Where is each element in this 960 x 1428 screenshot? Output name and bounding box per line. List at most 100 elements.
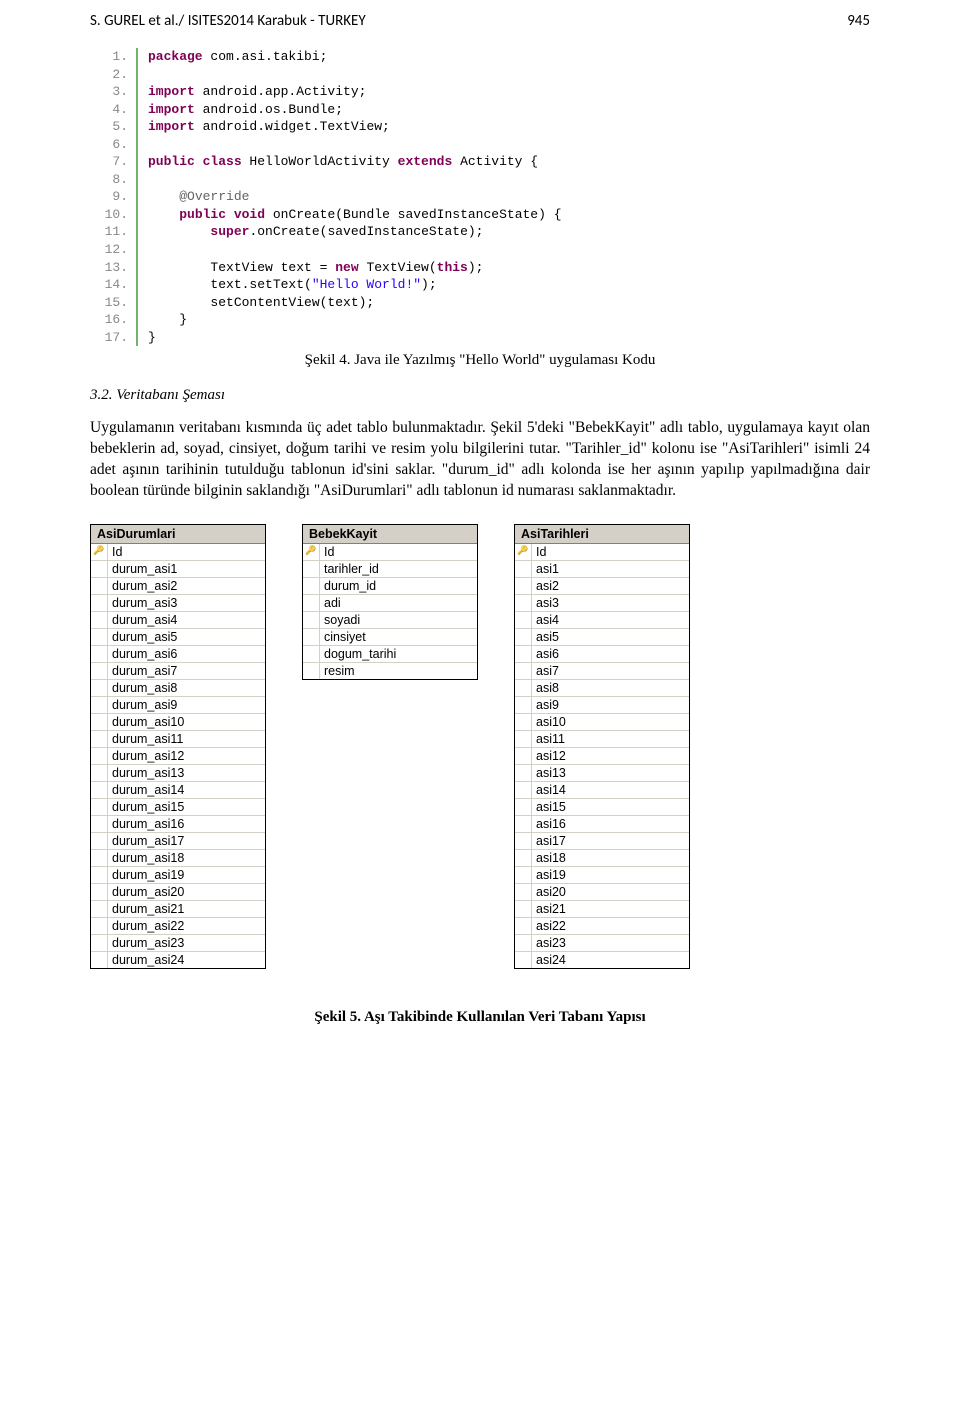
- key-cell: [91, 884, 108, 900]
- key-cell: [91, 595, 108, 611]
- key-cell: [91, 578, 108, 594]
- primary-key-icon: [91, 544, 108, 560]
- line-number: 5.: [90, 118, 136, 136]
- code-text: }: [148, 329, 156, 347]
- key-cell: [303, 561, 320, 577]
- field-name: asi10: [532, 714, 632, 730]
- table-row: durum_asi2: [91, 578, 265, 595]
- table-row: asi13: [515, 765, 689, 782]
- field-name: asi17: [532, 833, 632, 849]
- code-text: package com.asi.takibi;: [148, 48, 327, 66]
- table-row: durum_asi14: [91, 782, 265, 799]
- field-name: asi1: [532, 561, 632, 577]
- table-row: asi21: [515, 901, 689, 918]
- key-cell: [515, 884, 532, 900]
- key-cell: [91, 646, 108, 662]
- fold-line: [136, 101, 138, 119]
- fold-line: [136, 66, 138, 84]
- table-title: AsiTarihleri: [515, 525, 689, 544]
- code-line: 10. public void onCreate(Bundle savedIns…: [90, 206, 870, 224]
- field-name: durum_asi22: [108, 918, 208, 934]
- field-name: durum_asi7: [108, 663, 208, 679]
- field-name: durum_asi23: [108, 935, 208, 951]
- field-name: asi4: [532, 612, 632, 628]
- table-row: durum_asi9: [91, 697, 265, 714]
- table-row: durum_asi18: [91, 850, 265, 867]
- key-cell: [303, 578, 320, 594]
- fold-line: [136, 153, 138, 171]
- field-name: durum_asi24: [108, 952, 208, 968]
- field-name: asi6: [532, 646, 632, 662]
- section-heading: 3.2. Veritabanı Şeması: [90, 387, 870, 404]
- table-row: durum_asi1: [91, 561, 265, 578]
- table-row: asi24: [515, 952, 689, 968]
- key-cell: [91, 748, 108, 764]
- field-name: resim: [320, 663, 420, 679]
- key-cell: [515, 714, 532, 730]
- section-heading-text: 3.2. Veritabanı Şeması: [90, 387, 225, 403]
- code-line: 7.public class HelloWorldActivity extend…: [90, 153, 870, 171]
- key-cell: [515, 629, 532, 645]
- code-text: [148, 241, 156, 259]
- field-name: asi15: [532, 799, 632, 815]
- table-row: asi7: [515, 663, 689, 680]
- code-line: 16. }: [90, 311, 870, 329]
- key-cell: [91, 799, 108, 815]
- key-cell: [515, 561, 532, 577]
- field-name: durum_asi19: [108, 867, 208, 883]
- field-name: asi19: [532, 867, 632, 883]
- table-row: soyadi: [303, 612, 477, 629]
- code-line: 2.: [90, 66, 870, 84]
- field-name: durum_asi13: [108, 765, 208, 781]
- table-row: durum_asi20: [91, 884, 265, 901]
- table-row: resim: [303, 663, 477, 679]
- key-cell: [515, 952, 532, 968]
- table-row: asi22: [515, 918, 689, 935]
- table-row: durum_asi5: [91, 629, 265, 646]
- table-row: asi2: [515, 578, 689, 595]
- fold-line: [136, 223, 138, 241]
- table-row: durum_asi16: [91, 816, 265, 833]
- key-cell: [515, 850, 532, 866]
- table-row: Id: [303, 544, 477, 561]
- field-name: durum_asi12: [108, 748, 208, 764]
- table-row: durum_asi6: [91, 646, 265, 663]
- code-line: 13. TextView text = new TextView(this);: [90, 259, 870, 277]
- field-name: asi3: [532, 595, 632, 611]
- key-cell: [91, 901, 108, 917]
- code-text: public class HelloWorldActivity extends …: [148, 153, 538, 171]
- key-cell: [91, 918, 108, 934]
- key-cell: [515, 765, 532, 781]
- line-number: 6.: [90, 136, 136, 154]
- table-row: asi17: [515, 833, 689, 850]
- key-cell: [91, 782, 108, 798]
- paragraph-text: Uygulamanın veritabanı kısmında üç adet …: [90, 419, 870, 499]
- code-text: @Override: [148, 188, 249, 206]
- code-text: import android.os.Bundle;: [148, 101, 343, 119]
- line-number: 10.: [90, 206, 136, 224]
- figure4-caption-text: Şekil 4. Java ile Yazılmış "Hello World"…: [305, 352, 656, 368]
- code-line: 14. text.setText("Hello World!");: [90, 276, 870, 294]
- field-name: asi12: [532, 748, 632, 764]
- primary-key-icon: [303, 544, 320, 560]
- table-row: durum_asi19: [91, 867, 265, 884]
- field-name: asi20: [532, 884, 632, 900]
- table-row: durum_id: [303, 578, 477, 595]
- fold-line: [136, 206, 138, 224]
- table-row: asi11: [515, 731, 689, 748]
- key-cell: [91, 867, 108, 883]
- fold-line: [136, 294, 138, 312]
- field-name: asi16: [532, 816, 632, 832]
- field-name: asi7: [532, 663, 632, 679]
- code-text: text.setText("Hello World!");: [148, 276, 437, 294]
- key-cell: [91, 663, 108, 679]
- table-bebekkayit: BebekKayit Idtarihler_iddurum_idadisoyad…: [302, 524, 478, 680]
- key-cell: [515, 663, 532, 679]
- key-cell: [91, 561, 108, 577]
- field-name: asi22: [532, 918, 632, 934]
- table-row: tarihler_id: [303, 561, 477, 578]
- key-cell: [515, 833, 532, 849]
- field-name: asi23: [532, 935, 632, 951]
- field-name: durum_asi21: [108, 901, 208, 917]
- code-line: 11. super.onCreate(savedInstanceState);: [90, 223, 870, 241]
